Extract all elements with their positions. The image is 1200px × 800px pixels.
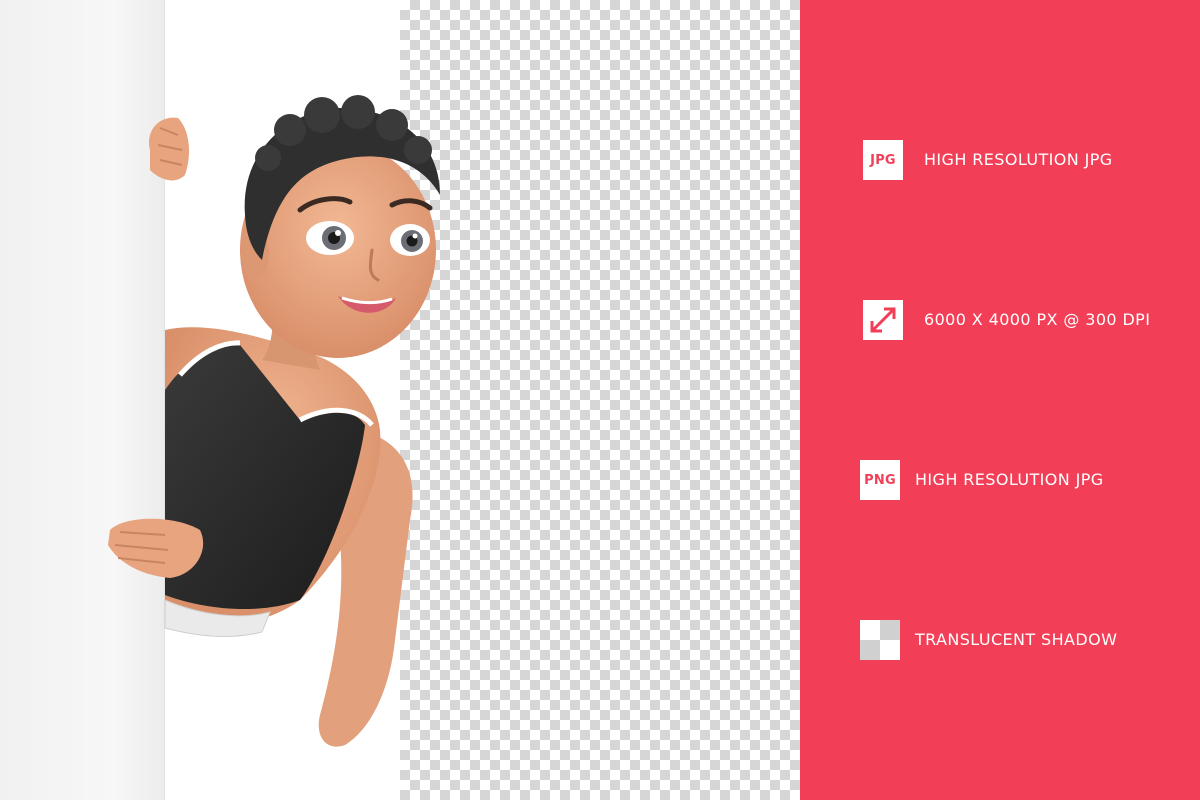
checker-icon [860,620,900,660]
jpg-badge-text: JPG [870,152,896,168]
features-panel: JPG HIGH RESOLUTION JPG 6000 X 4000 PX @… [800,0,1200,800]
feature-label: TRANSLUCENT SHADOW [915,630,1118,649]
left-hand-top [149,117,190,181]
feature-item: PNG HIGH RESOLUTION JPG [800,460,1200,500]
preview-image [0,0,800,800]
resize-arrow-icon [863,300,903,340]
feature-label: HIGH RESOLUTION JPG [924,150,1113,169]
checker-glyph [860,620,900,660]
character-illustration [108,95,440,747]
feature-label: 6000 X 4000 PX @ 300 DPI [924,310,1151,329]
png-badge-icon: PNG [860,460,900,500]
feature-label: HIGH RESOLUTION JPG [915,470,1104,489]
png-badge-text: PNG [864,472,896,488]
feature-item: TRANSLUCENT SHADOW [800,620,1200,660]
feature-item: 6000 X 4000 PX @ 300 DPI [800,300,1200,340]
jpg-badge-icon: JPG [863,140,903,180]
feature-item: JPG HIGH RESOLUTION JPG [800,140,1200,180]
resize-arrow-glyph [870,307,896,333]
